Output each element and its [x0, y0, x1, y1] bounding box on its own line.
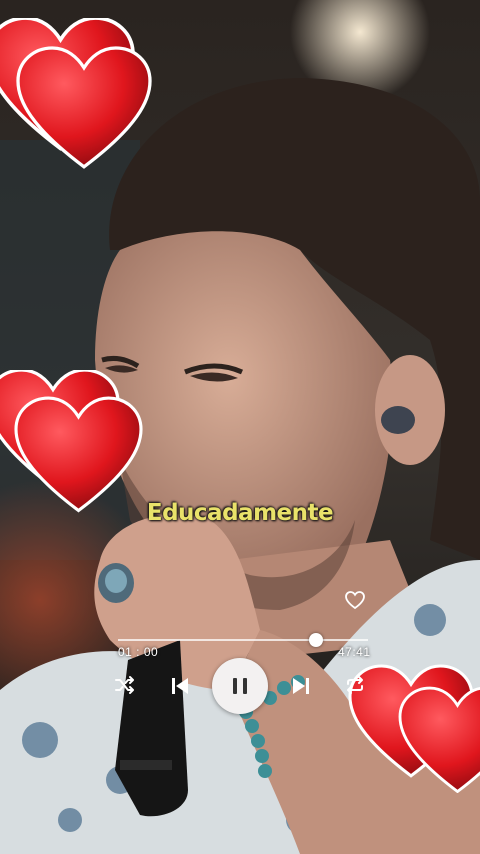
current-time: 01 : 00 — [118, 645, 159, 659]
progress-thumb[interactable] — [308, 633, 323, 647]
total-time: 47:41 — [338, 645, 371, 659]
previous-icon[interactable] — [167, 673, 193, 699]
pause-button[interactable] — [212, 658, 268, 714]
sticker-hearts-top-left — [0, 18, 152, 169]
repeat-icon[interactable] — [343, 673, 367, 697]
heart-icon — [14, 396, 143, 513]
sticker-hearts-mid-left — [0, 370, 143, 513]
heart-icon — [16, 46, 152, 169]
pause-icon — [233, 678, 247, 694]
next-icon[interactable] — [288, 673, 314, 699]
lyric-caption: Educadamente — [146, 500, 334, 526]
shuffle-icon[interactable] — [113, 673, 137, 697]
progress-bar[interactable] — [118, 633, 368, 647]
heart-outline-icon[interactable] — [343, 588, 367, 612]
video-player-screen: Educadamente 01 : 00 47:41 — [0, 0, 480, 854]
